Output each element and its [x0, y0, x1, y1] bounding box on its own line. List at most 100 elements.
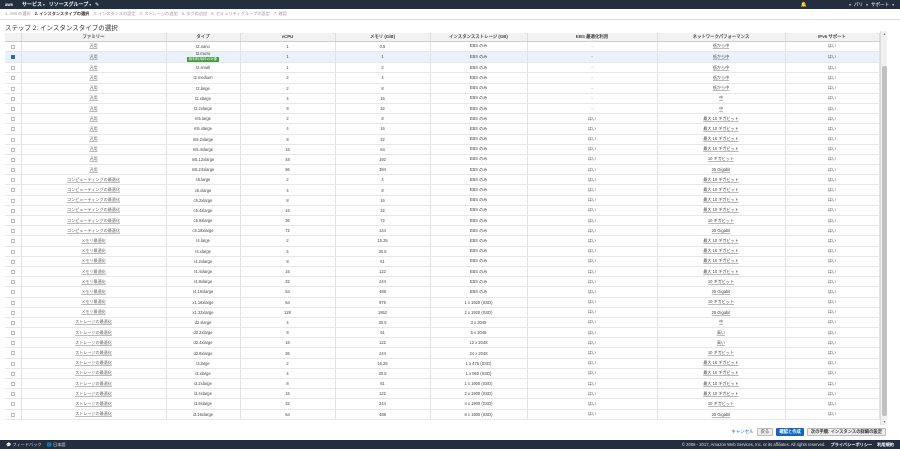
row-checkbox[interactable]	[10, 157, 15, 162]
cancel-button[interactable]: キャンセル	[731, 429, 754, 435]
table-row[interactable]: 汎用 t2.small 1 2 EBS のみ - 低から中 はい	[5, 62, 880, 74]
row-select-cell[interactable]	[5, 388, 22, 400]
table-row[interactable]: メモリ最適化 r4.8xlarge 32 244 EBS のみ はい 10 ギガビット はい	[5, 276, 880, 288]
column-header-ebs-optimized[interactable]: EBS 最適化利用	[527, 33, 658, 42]
wizard-step-1[interactable]: 1. AMI の選択	[5, 11, 31, 17]
table-row[interactable]: メモリ最適化 x1.16xlarge 64 976 1 x 1920 (SSD) はい 10…	[5, 297, 880, 308]
pin-icon[interactable]: ✎	[95, 2, 99, 8]
row-checkbox[interactable]	[10, 66, 15, 71]
row-select-cell[interactable]	[5, 62, 22, 74]
row-select-cell[interactable]	[5, 276, 22, 288]
table-row[interactable]: ストレージの最適化 i3.large 2 15.25 1 x 475 (SSD) はい 最大…	[5, 358, 880, 369]
row-select-cell[interactable]	[5, 205, 22, 217]
table-row[interactable]: 汎用 t2.2xlarge 8 32 EBS のみ - 中 はい	[5, 103, 880, 115]
row-select-cell[interactable]	[5, 256, 22, 267]
column-header-memory[interactable]: メモリ (GiB)	[335, 33, 431, 42]
row-select-cell[interactable]	[5, 378, 22, 390]
row-select-cell[interactable]	[5, 398, 22, 410]
row-select-cell[interactable]	[5, 327, 22, 339]
row-checkbox[interactable]	[10, 310, 15, 315]
row-checkbox[interactable]	[10, 44, 15, 49]
row-checkbox[interactable]	[10, 137, 15, 142]
row-checkbox[interactable]	[10, 280, 15, 285]
row-checkbox[interactable]	[10, 198, 15, 203]
table-row[interactable]: メモリ最適化 x1.32xlarge 128 1952 2 x 1920 (SSD) はい…	[5, 307, 880, 318]
scroll-down-arrow-icon[interactable]: ▼	[881, 419, 888, 425]
row-select-cell[interactable]	[5, 317, 22, 329]
row-select-cell[interactable]	[5, 103, 22, 115]
table-row[interactable]: 汎用 m5.12xlarge 48 192 EBS のみ はい 10 ギガビット はい	[5, 154, 880, 166]
row-checkbox[interactable]	[10, 86, 15, 91]
services-menu[interactable]: サービス ▾	[22, 1, 45, 8]
aws-logo[interactable]: aws	[0, 0, 18, 9]
table-row[interactable]: 汎用 t2.xlarge 4 16 EBS のみ - 中 はい	[5, 93, 880, 104]
row-checkbox[interactable]	[10, 76, 15, 81]
row-select-cell[interactable]	[5, 72, 22, 84]
wizard-step-5[interactable]: 5. タグの追加	[182, 11, 208, 17]
table-row[interactable]: 汎用 m5.2xlarge 8 32 EBS のみ はい 最大 10 ギガビット はい	[5, 134, 880, 145]
next-configure-instance-button[interactable]: 次の手順: インスタンスの詳細の設定	[806, 428, 886, 436]
table-row[interactable]: 汎用 t2.medium 2 4 EBS のみ - 低から中 はい	[5, 72, 880, 84]
row-select-cell[interactable]	[5, 93, 22, 104]
row-select-cell[interactable]	[5, 235, 22, 247]
row-select-cell[interactable]	[5, 409, 22, 420]
row-checkbox[interactable]	[10, 259, 15, 264]
table-row[interactable]: 汎用 m5.large 2 8 EBS のみ はい 最大 10 ギガビット はい	[5, 113, 880, 125]
row-checkbox[interactable]	[10, 371, 15, 376]
table-row[interactable]: ストレージの最適化 i3.xlarge 4 30.5 1 x 950 (SSD) はい 最大…	[5, 368, 880, 380]
row-select-cell[interactable]	[5, 368, 22, 380]
vertical-scrollbar[interactable]: ▲ ▼	[880, 31, 887, 425]
row-checkbox[interactable]	[10, 392, 15, 397]
table-row[interactable]: 汎用 m5.24xlarge 96 384 EBS のみ はい 25 Gigabit はい	[5, 164, 880, 176]
row-checkbox[interactable]	[10, 147, 15, 152]
table-row[interactable]: メモリ最適化 r4.large 2 15.25 EBS のみ はい 最大 10 ギガビット は…	[5, 235, 880, 247]
row-checkbox[interactable]	[10, 412, 15, 417]
row-checkbox[interactable]	[10, 351, 15, 356]
table-row[interactable]: ストレージの最適化 d2.xlarge 4 30.5 3 x 2048 はい 中 はい	[5, 317, 880, 329]
table-row[interactable]: ストレージの最適化 i3.8xlarge 32 244 4 x 1900 (SSD) はい…	[5, 398, 880, 410]
row-checkbox[interactable]	[10, 402, 15, 407]
row-checkbox[interactable]	[10, 229, 15, 234]
wizard-step-6[interactable]: 6. セキュリティグループの設定	[211, 11, 270, 17]
table-row[interactable]: 汎用 t2.large 2 8 EBS のみ - 低から中 はい	[5, 83, 880, 94]
privacy-policy-link[interactable]: プライバシーポリシー	[830, 442, 872, 448]
table-row[interactable]: コンピューティングの最適化 c5.18xlarge 72 144 EBS のみ はい 25 …	[5, 225, 880, 237]
row-checkbox[interactable]	[10, 168, 15, 173]
feedback-link[interactable]: 💬 フィードバック	[6, 442, 42, 448]
row-checkbox[interactable]	[10, 290, 15, 295]
row-checkbox[interactable]	[10, 117, 15, 122]
table-row[interactable]: ストレージの最適化 d2.8xlarge 36 244 24 x 2048 はい 10 ギガ…	[5, 347, 880, 359]
row-checkbox[interactable]	[10, 331, 15, 336]
row-select-cell[interactable]	[5, 225, 22, 237]
row-checkbox[interactable]	[10, 382, 15, 387]
row-select-cell[interactable]	[5, 266, 22, 278]
support-menu[interactable]: サポート	[871, 2, 889, 8]
row-select-cell[interactable]	[5, 184, 22, 196]
table-row[interactable]: 汎用 t2.micro 無料利用枠の対象 1 1 EBS のみ - 低から中 はい	[5, 51, 880, 64]
row-select-cell[interactable]	[5, 83, 22, 94]
row-checkbox[interactable]	[10, 361, 15, 366]
row-select-cell[interactable]	[5, 51, 22, 64]
column-header-type[interactable]: タイプ	[166, 33, 241, 42]
terms-of-use-link[interactable]: 利用規約	[877, 442, 894, 448]
wizard-step-7[interactable]: 7. 確認	[274, 11, 287, 17]
column-header-family[interactable]: ファミリー	[21, 33, 167, 42]
table-row[interactable]: ストレージの最適化 i3.16xlarge 64 488 8 x 1900 (SSD) は…	[5, 409, 880, 420]
table-row[interactable]: ストレージの最適化 d2.4xlarge 16 122 12 x 2048 はい 高い はい	[5, 337, 880, 349]
row-checkbox[interactable]	[10, 300, 15, 305]
row-select-cell[interactable]	[5, 154, 22, 166]
scroll-up-arrow-icon[interactable]: ▲	[881, 31, 888, 37]
table-row[interactable]: メモリ最適化 r4.2xlarge 8 61 EBS のみ はい 最大 10 ギガビット はい	[5, 256, 880, 267]
table-row[interactable]: メモリ最適化 r4.16xlarge 64 488 EBS のみ はい 25 Gigabit…	[5, 286, 880, 298]
language-selector[interactable]: 🌐 日本語	[47, 442, 66, 448]
row-checkbox[interactable]	[10, 249, 15, 254]
table-row[interactable]: コンピューティングの最適化 c5.4xlarge 16 32 EBS のみ はい 最大 10…	[5, 205, 880, 217]
row-select-cell[interactable]	[5, 123, 22, 135]
row-select-cell[interactable]	[5, 195, 22, 206]
row-checkbox[interactable]	[10, 239, 15, 244]
column-header-network-performance[interactable]: ネットワークパフォーマンス	[657, 33, 786, 42]
row-checkbox[interactable]	[10, 106, 15, 111]
row-checkbox[interactable]	[10, 341, 15, 346]
row-select-cell[interactable]	[5, 337, 22, 349]
row-select-cell[interactable]	[5, 297, 22, 308]
